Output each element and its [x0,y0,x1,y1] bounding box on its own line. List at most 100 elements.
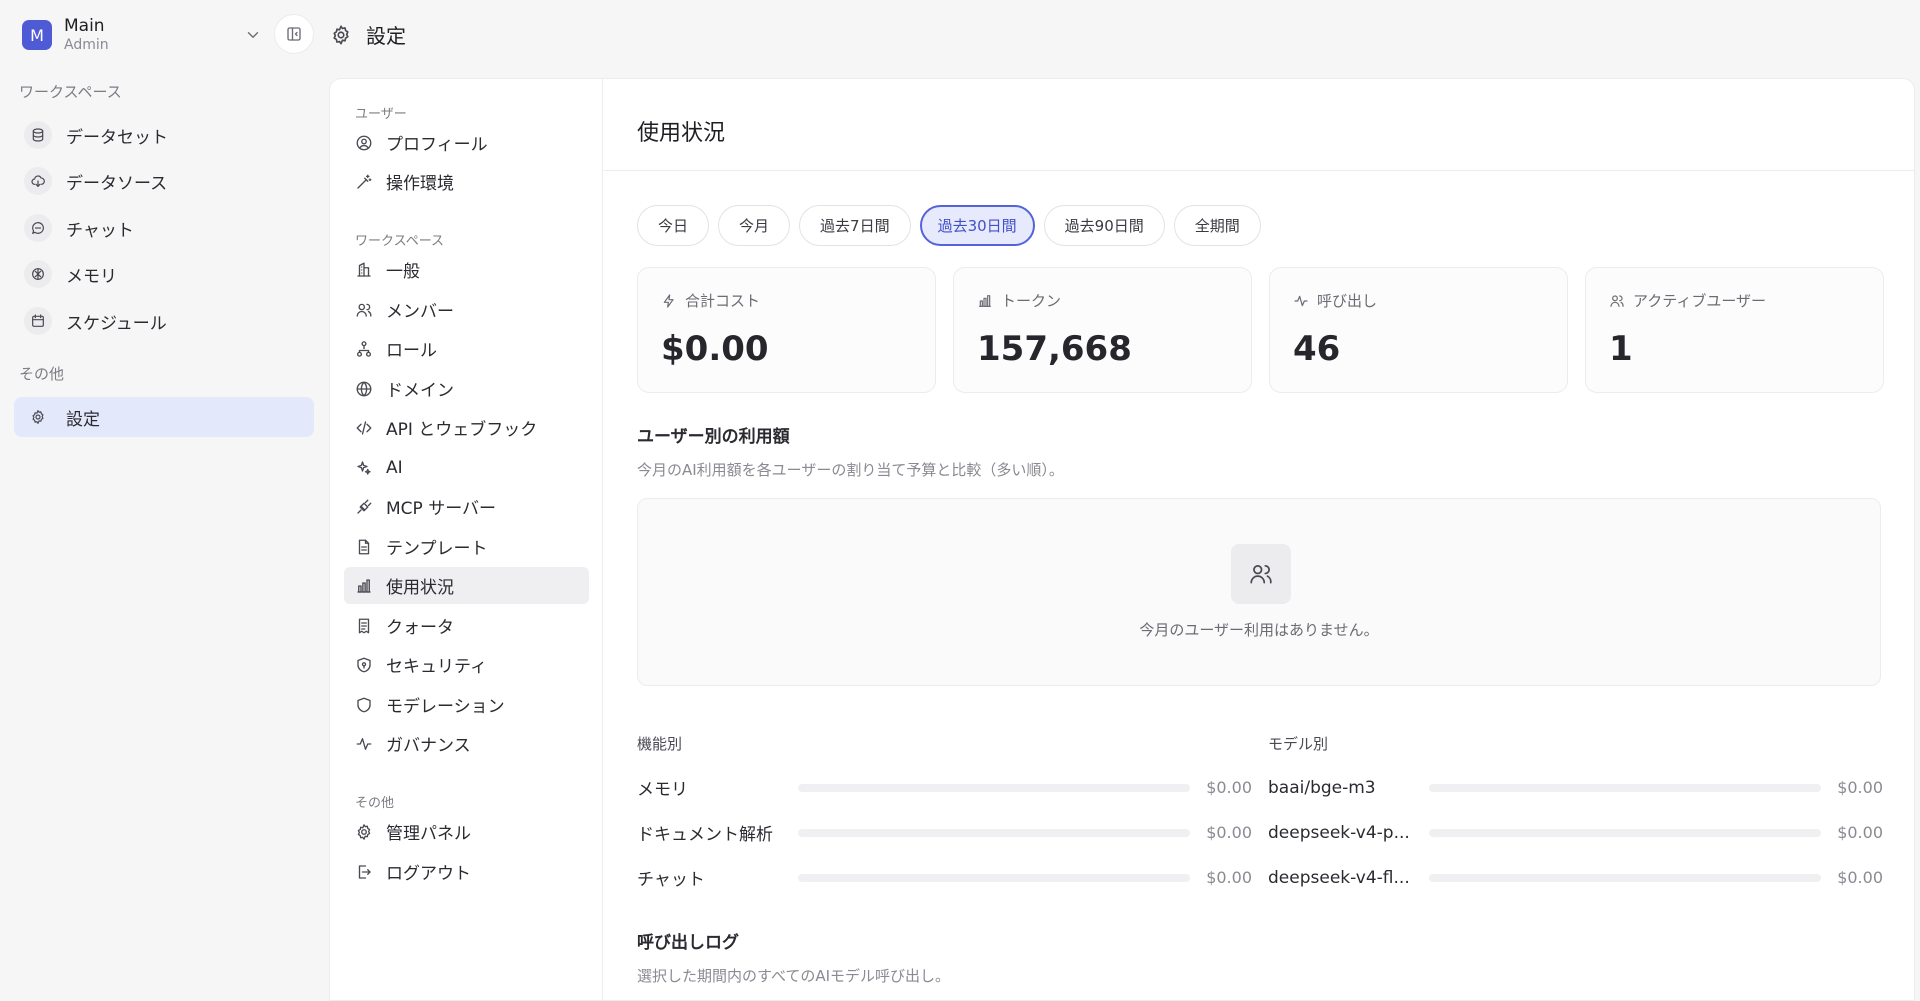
breakdown-by-feature: 機能別 メモリ $0.00 ドキュメント解析 $0.00 チャット $0.00 [637,733,1252,900]
settings-nav-usage[interactable]: 使用状況 [344,567,589,604]
sidebar-item-chat[interactable]: チャット [14,208,314,248]
workspace-switcher[interactable]: M Main Admin [22,14,262,56]
stat-card-calls: 呼び出し 46 [1269,267,1568,393]
gear-icon [355,823,373,841]
breakdown-value: $0.00 [1206,868,1252,887]
stat-card-total-cost: 合計コスト $0.00 [637,267,936,393]
settings-nav-label: 使用状況 [386,578,454,598]
settings-nav-moderation[interactable]: モデレーション [344,686,589,723]
settings-nav-admin-panel[interactable]: 管理パネル [344,813,589,850]
brain-icon [24,260,52,288]
stat-value: $0.00 [661,329,769,369]
sidebar-item-schedule[interactable]: スケジュール [14,301,314,341]
breakdown-title: 機能別 [637,735,683,753]
settings-nav-label: ロール [386,341,437,361]
settings-nav-api-webhooks[interactable]: API とウェブフック [344,409,589,446]
settings-nav-general[interactable]: 一般 [344,251,589,288]
workspace-name: Main [64,15,105,36]
users-icon [355,301,373,319]
bar-chart-icon [355,577,373,595]
per-user-empty-state: 今月のユーザー利用はありません。 [637,498,1881,686]
settings-nav-label: API とウェブフック [386,420,538,440]
settings-nav-label: ドメイン [386,381,454,401]
app-sidebar: M Main Admin ワークスペース データセット データソース チャット … [0,0,328,1001]
call-log-title: 呼び出しログ [637,933,739,953]
wand-icon [355,173,373,191]
sidebar-item-datasets[interactable]: データセット [14,115,314,155]
settings-nav-security[interactable]: セキュリティ [344,646,589,683]
stat-label: アクティブユーザー [1633,292,1767,310]
users-icon [1609,293,1625,309]
settings-nav-label: モデレーション [386,697,505,717]
breakdown-row: メモリ $0.00 [637,765,1252,810]
breakdown-value: $0.00 [1837,868,1883,887]
breakdown-label: deepseek-v4-fl... [1268,867,1410,888]
settings-nav: ユーザー プロフィール 操作環境 ワークスペース 一般 メンバー ロール ドメイ… [330,79,603,1000]
settings-nav-label: 操作環境 [386,174,454,194]
breakdown-value: $0.00 [1837,823,1883,842]
range-pill-this-month[interactable]: 今月 [718,205,791,246]
hierarchy-icon [355,340,373,358]
sidebar-item-datasources[interactable]: データソース [14,161,314,201]
usage-title: 使用状況 [637,121,726,146]
range-pill-all-time[interactable]: 全期間 [1173,205,1261,246]
settings-nav-label: ガバナンス [386,736,471,756]
settings-nav-section-other: その他 [355,796,395,811]
breakdown-value: $0.00 [1837,778,1883,797]
breakdown-title: モデル別 [1268,735,1329,753]
sidebar-item-label: スケジュール [66,313,167,334]
sidebar-item-settings[interactable]: 設定 [14,397,314,437]
settings-nav-quota[interactable]: クォータ [344,607,589,644]
settings-nav-preferences[interactable]: 操作環境 [344,163,589,200]
receipt-icon [355,617,373,635]
sidebar-collapse-button[interactable] [274,14,314,54]
breakdown-by-model: モデル別 baai/bge-m3 $0.00 deepseek-v4-p... … [1268,733,1883,900]
workspace-role: Admin [64,36,109,53]
chevron-down-icon [244,26,262,44]
breakdown-bar [1429,873,1821,882]
settings-nav-templates[interactable]: テンプレート [344,528,589,565]
file-icon [355,538,373,556]
breakdown-bar [798,783,1190,792]
gear-icon [24,403,52,431]
gear-icon [330,24,352,46]
sidebar-item-label: データソース [66,173,168,194]
plug-icon [355,498,373,516]
settings-nav-governance[interactable]: ガバナンス [344,725,589,762]
settings-nav-section-workspace: ワークスペース [355,234,445,249]
settings-nav-profile[interactable]: プロフィール [344,124,589,161]
stat-value: 157,668 [977,329,1132,369]
settings-nav-members[interactable]: メンバー [344,291,589,328]
settings-nav-label: セキュリティ [386,657,487,677]
range-pill-7-days[interactable]: 過去7日間 [799,205,911,246]
sidebar-toggle-icon [285,25,303,43]
settings-nav-logout[interactable]: ログアウト [344,853,589,890]
settings-panel: ユーザー プロフィール 操作環境 ワークスペース 一般 メンバー ロール ドメイ… [329,78,1915,1001]
breakdown-row: ドキュメント解析 $0.00 [637,810,1252,855]
range-pill-30-days[interactable]: 過去30日間 [919,205,1035,246]
call-log-subtitle: 選択した期間内のすべてのAIモデル呼び出し。 [637,967,951,985]
settings-nav-label: 一般 [386,262,420,282]
range-pill-90-days[interactable]: 過去90日間 [1043,205,1165,246]
settings-nav-label: クォータ [386,618,454,638]
globe-icon [355,380,373,398]
stat-header: アクティブユーザー [1609,290,1860,311]
stat-label: トークン [1001,292,1062,310]
sidebar-item-label: 設定 [66,409,100,430]
range-pill-today[interactable]: 今日 [637,205,710,246]
users-icon [1231,544,1291,604]
breakdown-bar [1429,828,1821,837]
breakdown-row: baai/bge-m3 $0.00 [1268,765,1883,810]
breakdown-label: ドキュメント解析 [637,825,773,845]
sparkles-icon [355,459,373,477]
page-header: 設定 [330,20,406,49]
sidebar-item-memory[interactable]: メモリ [14,254,314,294]
settings-nav-roles[interactable]: ロール [344,330,589,367]
settings-nav-label: ログアウト [386,864,471,884]
settings-nav-mcp-servers[interactable]: MCP サーバー [344,488,589,525]
workspace-text: Main Admin [64,16,109,55]
logout-icon [355,863,373,881]
settings-nav-ai[interactable]: AI [344,449,589,486]
stat-card-active-users: アクティブユーザー 1 [1585,267,1884,393]
settings-nav-domains[interactable]: ドメイン [344,370,589,407]
